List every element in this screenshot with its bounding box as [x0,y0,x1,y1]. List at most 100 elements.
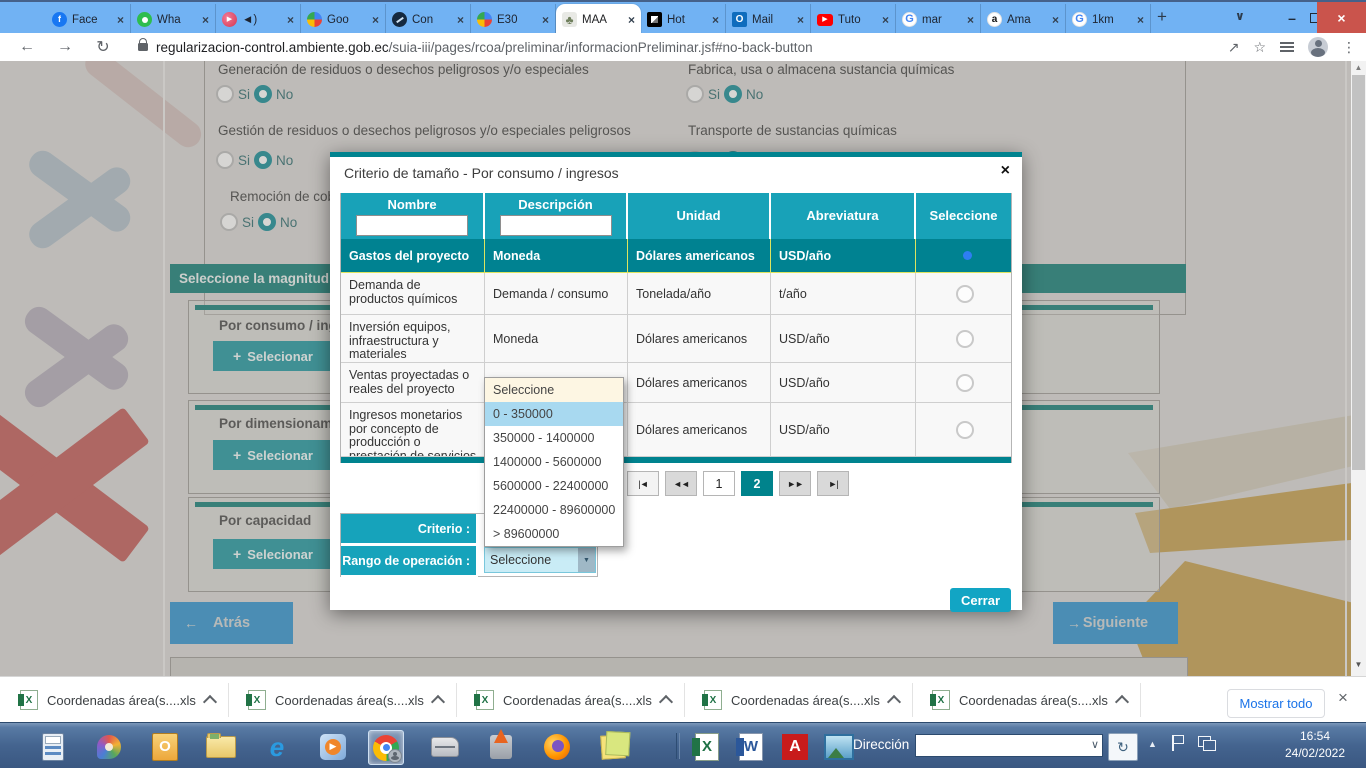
dropdown-option[interactable]: 350000 - 1400000 [485,426,623,450]
chevron-up-icon[interactable] [887,694,901,708]
radio-si[interactable] [216,151,234,169]
show-all-downloads-button[interactable]: Mostrar todo [1227,689,1325,718]
download-item[interactable]: X Coordenadas área(s....xls [248,685,443,715]
taskbar-internet-explorer[interactable]: e [260,730,294,763]
taskbar-outlook[interactable]: O [148,730,182,763]
taskbar-scanner[interactable] [428,730,462,763]
pagination-last[interactable]: ►| [817,471,849,496]
tab-1km-search[interactable]: G 1km × [1066,4,1151,35]
chevron-up-icon[interactable] [203,694,217,708]
tab-con[interactable]: Con × [386,4,471,35]
tab-whatsapp[interactable]: Wha × [131,4,216,35]
taskbar-autocad[interactable]: A [778,730,812,763]
taskbar-paint[interactable] [92,730,126,763]
table-row[interactable]: Ingresos monetarios por concepto de prod… [341,403,1011,457]
close-tab-icon[interactable]: × [542,14,549,26]
dropdown-option[interactable]: 5600000 - 22400000 [485,474,623,498]
close-tab-icon[interactable]: × [712,14,719,26]
table-row[interactable]: Ventas proyectadas o reales del proyecto… [341,363,1011,403]
radio-unselected[interactable] [956,285,974,303]
tray-expand-icon[interactable]: ▲ [1148,739,1157,749]
nombre-filter-input[interactable] [356,215,468,236]
pagination-next[interactable]: ►► [779,471,811,496]
taskbar-media-player[interactable]: ▶ [316,730,350,763]
scroll-up-icon[interactable]: ▲ [1351,61,1366,75]
tab-e30-maps[interactable]: E30 × [471,4,556,35]
table-row-selected[interactable]: Gastos del proyecto Moneda Dólares ameri… [341,239,1011,273]
download-item[interactable]: X Coordenadas área(s....xls [20,685,215,715]
download-item[interactable]: X Coordenadas área(s....xls [932,685,1127,715]
media-controls-icon[interactable] [1280,42,1294,52]
radio-unselected[interactable] [956,421,974,439]
close-tab-icon[interactable]: × [457,14,464,26]
selecionar-button[interactable]: + Selecionar [213,440,333,470]
taskbar-chrome-active[interactable] [368,730,404,765]
taskbar-excel[interactable]: X [690,730,724,763]
chevron-up-icon[interactable] [1115,694,1129,708]
radio-no[interactable] [724,85,742,103]
close-tab-icon[interactable]: × [372,14,379,26]
window-close-button[interactable]: × [1317,2,1366,33]
tab-media-playing[interactable]: ▶ ◄) × [216,4,301,35]
close-tab-icon[interactable]: × [797,14,804,26]
pagination-prev[interactable]: ◄◄ [665,471,697,496]
kebab-menu-icon[interactable]: ⋮ [1342,39,1356,56]
taskbar-file-explorer[interactable] [204,730,238,763]
back-icon[interactable]: ← [16,38,38,56]
tab-youtube[interactable]: ▶ Tuto × [811,4,896,35]
taskbar-firefox[interactable] [540,730,574,763]
dropdown-option[interactable]: > 89600000 [485,522,623,546]
close-tab-icon[interactable]: × [1137,14,1144,26]
radio-si[interactable] [686,85,704,103]
rango-select[interactable]: Seleccione ▼ [484,547,596,573]
reload-icon[interactable]: ↻ [92,37,114,57]
action-center-flag-icon[interactable] [1172,735,1186,751]
taskbar-photo-viewer[interactable] [822,730,856,763]
modal-close-icon[interactable]: × [1001,162,1010,180]
taskbar-nero[interactable] [484,730,518,763]
close-tab-icon[interactable]: × [202,14,209,26]
radio-no[interactable] [254,85,272,103]
tab-outlook-mail[interactable]: O Mail × [726,4,811,35]
refresh-go-button[interactable]: ↻ [1108,733,1138,761]
radio-si[interactable] [220,213,238,231]
cerrar-button[interactable]: Cerrar [950,588,1011,612]
tab-google-maps[interactable]: Goo × [301,4,386,35]
close-tab-icon[interactable]: × [117,14,124,26]
input-dropdown-icon[interactable]: ∨ [1091,738,1099,751]
close-tab-icon[interactable]: × [628,14,635,26]
url-text[interactable]: regularizacion-control.ambiente.gob.ec/s… [156,40,813,55]
direccion-input[interactable]: ∨ [915,734,1103,757]
network-icon[interactable] [1198,736,1211,747]
pagination-first[interactable]: |◄ [627,471,659,496]
table-row[interactable]: Inversión equipos, infraestructura y mat… [341,315,1011,363]
chevron-up-icon[interactable] [659,694,673,708]
taskbar-calculator[interactable] [36,730,70,763]
chevron-up-icon[interactable] [431,694,445,708]
dropdown-option[interactable]: Seleccione [485,378,623,402]
dropdown-option-highlighted[interactable]: 0 - 350000 [485,402,623,426]
table-row[interactable]: Demanda de productos químicos Demanda / … [341,273,1011,315]
page-scrollbar[interactable]: ▲ ▼ [1351,61,1366,676]
pagination-page-1[interactable]: 1 [703,471,735,496]
download-item[interactable]: X Coordenadas área(s....xls [476,685,671,715]
bookmark-star-icon[interactable]: ☆ [1253,39,1266,56]
tab-amazon[interactable]: a Ama × [981,4,1066,35]
radio-selected-icon[interactable] [963,251,972,260]
dropdown-option[interactable]: 1400000 - 5600000 [485,450,623,474]
taskbar-word[interactable]: W [734,730,768,763]
siguiente-button[interactable]: → Siguiente [1053,602,1178,644]
radio-no[interactable] [258,213,276,231]
atras-button[interactable]: ← Atrás [170,602,293,644]
tab-google-search[interactable]: G mar × [896,4,981,35]
tab-search-chevron-icon[interactable]: ∨ [1235,9,1245,23]
close-tab-icon[interactable]: × [1052,14,1059,26]
radio-unselected[interactable] [956,330,974,348]
selecionar-button[interactable]: + Selecionar [213,539,333,569]
selecionar-button[interactable]: + Selecionar [213,341,333,371]
new-tab-button[interactable]: + [1157,7,1167,27]
close-downloads-bar-icon[interactable]: × [1338,688,1348,708]
lock-icon[interactable] [138,43,148,51]
taskbar-clock[interactable]: 16:54 24/02/2022 [1270,728,1360,762]
tab-maate-active[interactable]: ♣ MAA × [556,4,641,35]
